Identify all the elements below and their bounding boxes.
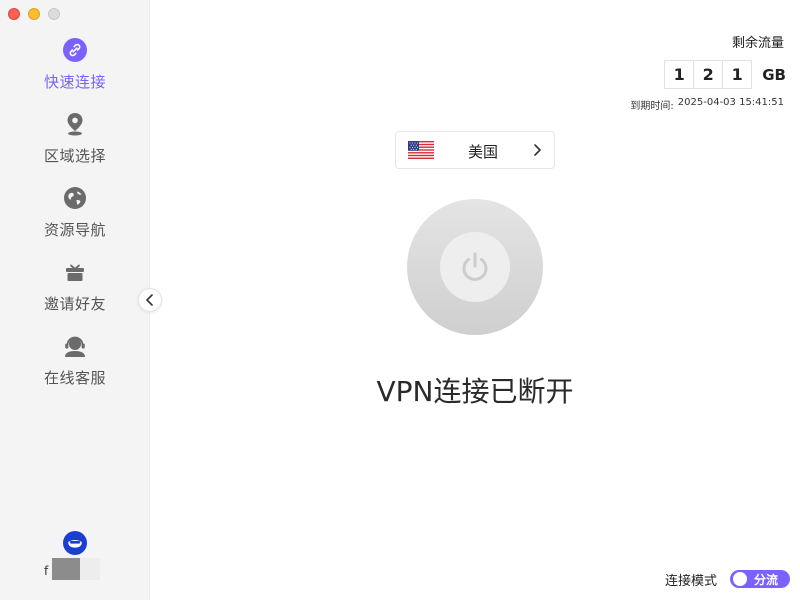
sidebar-item-online-support[interactable]: 在线客服	[0, 333, 150, 395]
headset-icon	[62, 333, 88, 359]
connect-power-button[interactable]	[407, 199, 543, 335]
sidebar-item-quick-connect[interactable]: 快速连接	[0, 37, 150, 99]
sidebar-item-label: 邀请好友	[43, 295, 106, 313]
expiry-info: 到期时间: 2025-04-03 15:41:51	[630, 97, 784, 112]
power-button-inner	[440, 232, 510, 302]
expiry-label: 到期时间:	[630, 101, 674, 112]
sidebar-item-label: 快速连接	[43, 73, 106, 91]
user-profile[interactable]: f	[0, 528, 150, 588]
collapse-sidebar-button[interactable]	[138, 288, 162, 312]
us-flag-icon	[408, 141, 434, 159]
traffic-unit: GB	[762, 65, 786, 84]
globe-icon	[62, 185, 88, 211]
avatar	[62, 530, 88, 556]
toggle-knob	[733, 572, 747, 586]
region-name: 美国	[468, 143, 499, 161]
sidebar-item-label: 在线客服	[43, 369, 106, 387]
user-name: f	[44, 564, 49, 578]
traffic-digit: 1	[664, 60, 695, 89]
power-icon	[462, 252, 488, 281]
location-pin-icon	[62, 111, 88, 137]
zoom-window-button[interactable]	[48, 8, 60, 20]
link-icon	[62, 37, 88, 63]
redacted-username	[52, 558, 100, 580]
window-controls	[8, 8, 60, 20]
minimize-window-button[interactable]	[28, 8, 40, 20]
sidebar-item-label: 资源导航	[43, 221, 106, 239]
sidebar: 快速连接 区域选择 资源导航 邀请好友 在线客服 f	[0, 0, 150, 600]
connection-mode-value: 分流	[754, 572, 779, 587]
region-selector[interactable]: 美国	[395, 131, 555, 169]
connection-mode-label: 连接模式	[665, 574, 718, 589]
remaining-traffic-counter: 1 2 1 GB	[664, 60, 786, 89]
sidebar-item-resource-nav[interactable]: 资源导航	[0, 185, 150, 247]
app-window: 快速连接 区域选择 资源导航 邀请好友 在线客服 f 剩余流量 1 2 1 GB…	[0, 0, 800, 600]
connection-status: VPN连接已断开	[376, 375, 574, 408]
connection-mode-toggle[interactable]: 分流	[730, 570, 790, 588]
remaining-traffic-title: 剩余流量	[731, 36, 784, 51]
gift-icon	[62, 259, 88, 285]
chevron-right-icon	[534, 144, 541, 156]
sidebar-item-region-select[interactable]: 区域选择	[0, 111, 150, 173]
cat-avatar-icon	[63, 531, 87, 555]
chevron-left-icon	[146, 294, 153, 306]
sidebar-item-invite-friends[interactable]: 邀请好友	[0, 259, 150, 321]
traffic-digit: 2	[693, 60, 724, 89]
close-window-button[interactable]	[8, 8, 20, 20]
expiry-date: 2025-04-03 15:41:51	[677, 97, 784, 108]
sidebar-item-label: 区域选择	[43, 147, 106, 165]
traffic-digit: 1	[722, 60, 753, 89]
